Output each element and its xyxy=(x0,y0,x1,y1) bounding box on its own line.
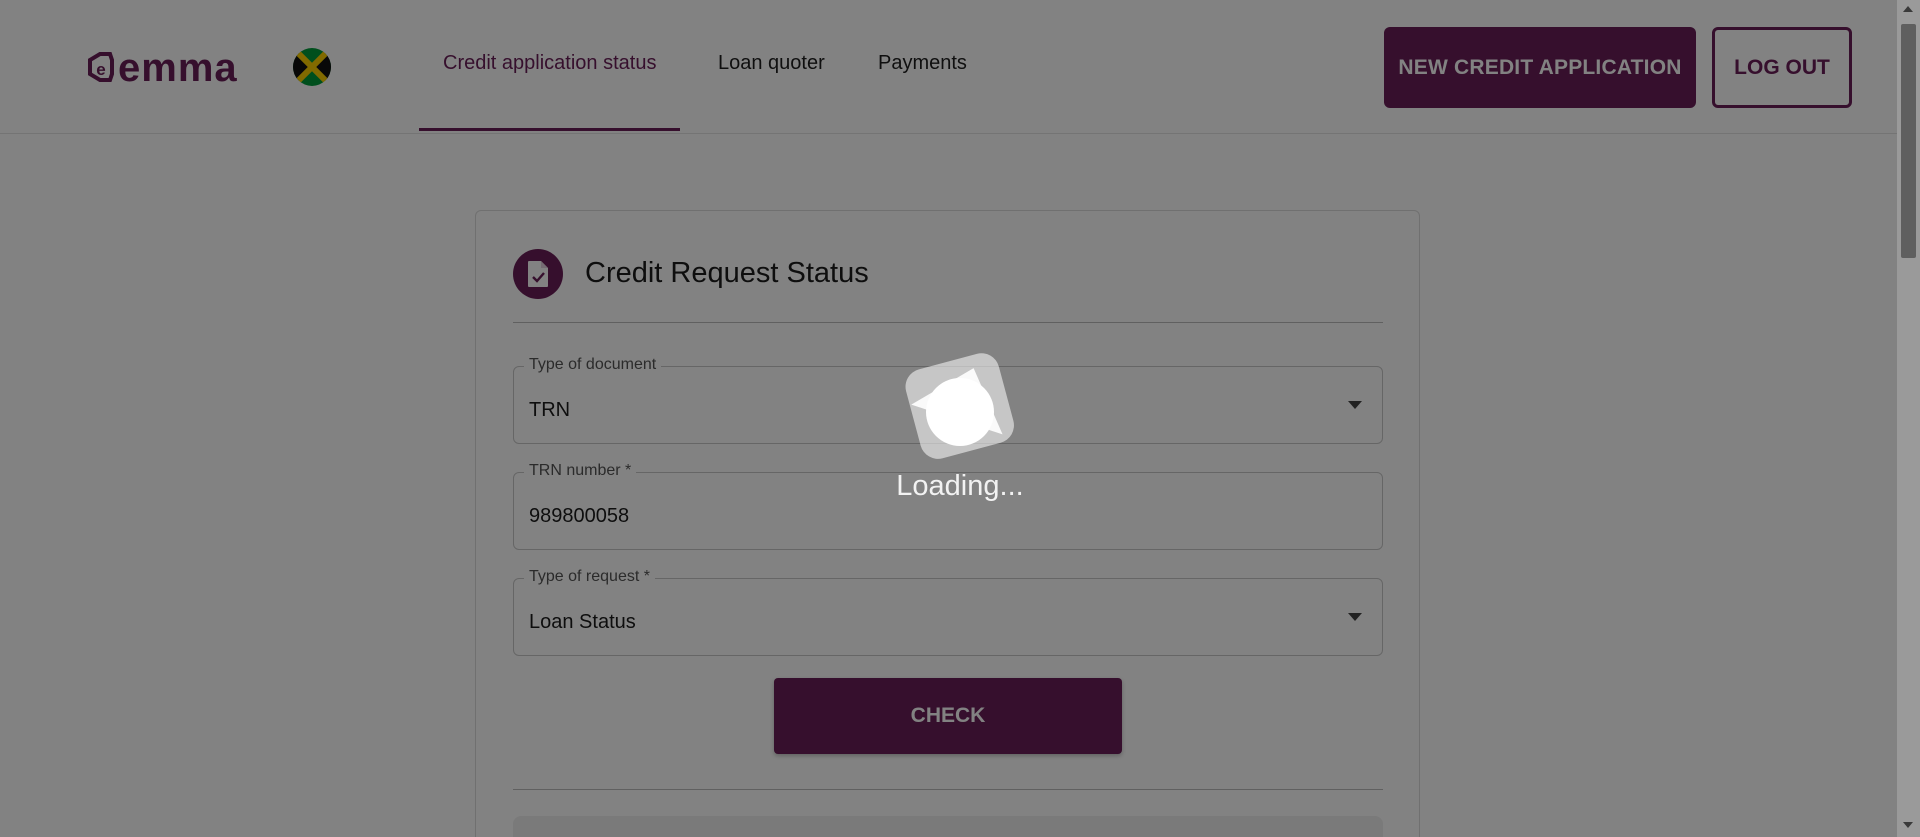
loading-spinner-icon xyxy=(905,353,1014,459)
page-scrollbar[interactable] xyxy=(1897,0,1920,837)
loading-text: Loading... xyxy=(896,470,1024,502)
loading-overlay: Loading... xyxy=(0,0,1920,837)
scroll-up-arrow-icon[interactable] xyxy=(1903,6,1913,12)
scrollbar-thumb[interactable] xyxy=(1901,24,1916,258)
scroll-down-arrow-icon[interactable] xyxy=(1903,822,1913,828)
